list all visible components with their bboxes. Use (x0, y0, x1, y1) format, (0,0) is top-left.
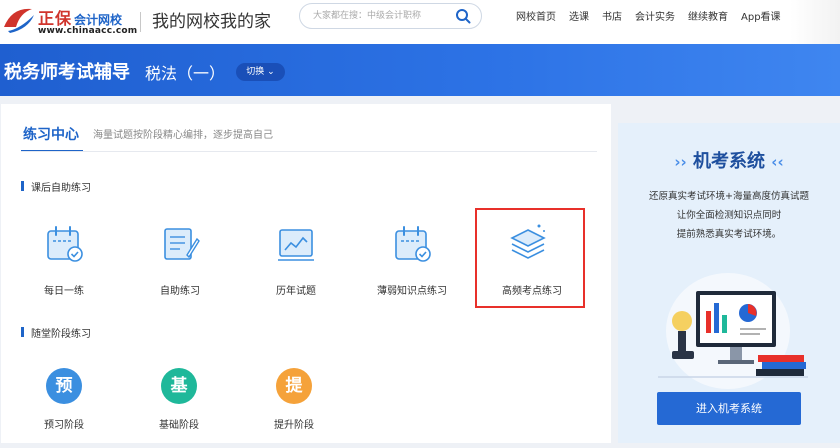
stage-basic[interactable]: 基 基础阶段 (139, 368, 219, 448)
double-chevron-right-icon: ›› (674, 153, 687, 171)
logo-mark-icon (4, 8, 34, 33)
card-weak-points-practice[interactable]: 薄弱知识点练习 (357, 208, 467, 308)
nav-home[interactable]: 网校首页 (516, 8, 556, 23)
section-title-self-practice: 课后自助练习 (21, 179, 91, 194)
stage-badge: 基 (161, 368, 197, 404)
exam-system-description: 还原真实考试环境+海量高度仿真试题 让你全面检测知识点同时 提前熟悉真实考试环境… (649, 191, 809, 240)
banner-subject: 税法（一） (145, 64, 226, 83)
top-header: 正保会计网校 www.chinaacc.com 我的网校我的家 网校首页 选课 … (0, 0, 840, 44)
search-icon[interactable] (455, 8, 471, 24)
switch-subject-button[interactable]: 切换 ⌄ (236, 63, 285, 81)
exam-system-title: ›› 机考系统 ‹‹ (674, 151, 784, 172)
search-box (299, 3, 482, 29)
card-daily-practice[interactable]: 每日一练 (9, 208, 119, 308)
banner-title: 税务师考试辅导 (4, 62, 130, 83)
layers-icon (510, 224, 546, 259)
card-label: 历年试题 (276, 286, 316, 297)
stage-badge: 预 (46, 368, 82, 404)
slogan: 我的网校我的家 (152, 12, 271, 32)
stage-badge: 提 (276, 368, 312, 404)
site-logo[interactable]: 正保 会计网校 www.chinaacc.com (0, 2, 137, 42)
card-label: 薄弱知识点练习 (377, 286, 447, 297)
header-fade (790, 0, 840, 44)
stage-label: 基础阶段 (159, 420, 199, 431)
card-label: 高频考点练习 (502, 286, 562, 297)
chart-board-icon (278, 229, 314, 261)
stage-improve[interactable]: 提 提升阶段 (254, 368, 334, 448)
section-title-stage-practice: 随堂阶段练习 (21, 325, 91, 340)
calendar-check-icon (47, 226, 83, 262)
top-nav: 网校首页 选课 书店 会计实务 继续教育 App看课 (516, 8, 794, 23)
tab-practice-center[interactable]: 练习中心 (23, 124, 79, 144)
search-input[interactable] (313, 9, 443, 23)
nav-continuing-education[interactable]: 继续教育 (688, 8, 728, 23)
course-banner: 税务师考试辅导 税法（一） 切换 ⌄ (0, 44, 840, 96)
stage-preview[interactable]: 预 预习阶段 (24, 368, 104, 448)
chevron-down-icon: ⌄ (267, 67, 275, 77)
tab-divider (21, 151, 597, 152)
card-label: 自助练习 (160, 286, 200, 297)
enter-exam-system-button[interactable]: 进入机考系统 (657, 392, 801, 425)
exam-system-panel: ›› 机考系统 ‹‹ 还原真实考试环境+海量高度仿真试题 让你全面检测知识点同时… (618, 123, 840, 443)
nav-app[interactable]: App看课 (741, 8, 781, 23)
card-self-practice[interactable]: 自助练习 (125, 208, 235, 308)
notebook-pen-icon (164, 228, 200, 260)
stage-label: 预习阶段 (44, 420, 84, 431)
card-past-exams[interactable]: 历年试题 (241, 208, 351, 308)
card-label: 每日一练 (44, 286, 84, 297)
tab-description: 海量试题按阶段精心编排，逐步提高自己 (93, 130, 273, 141)
computer-desk-illustration (658, 273, 808, 389)
nav-courses[interactable]: 选课 (569, 8, 589, 23)
card-high-frequency-practice[interactable]: 高频考点练习 (475, 208, 585, 308)
calendar-check-icon (395, 226, 431, 262)
double-chevron-left-icon: ‹‹ (771, 153, 784, 171)
divider (140, 12, 141, 32)
practice-center-panel: 练习中心 海量试题按阶段精心编排，逐步提高自己 课后自助练习 每日一练 自助练习 (1, 104, 611, 443)
nav-accounting-practice[interactable]: 会计实务 (635, 8, 675, 23)
stage-label: 提升阶段 (274, 420, 314, 431)
nav-bookstore[interactable]: 书店 (602, 8, 622, 23)
logo-url: www.chinaacc.com (38, 26, 138, 36)
